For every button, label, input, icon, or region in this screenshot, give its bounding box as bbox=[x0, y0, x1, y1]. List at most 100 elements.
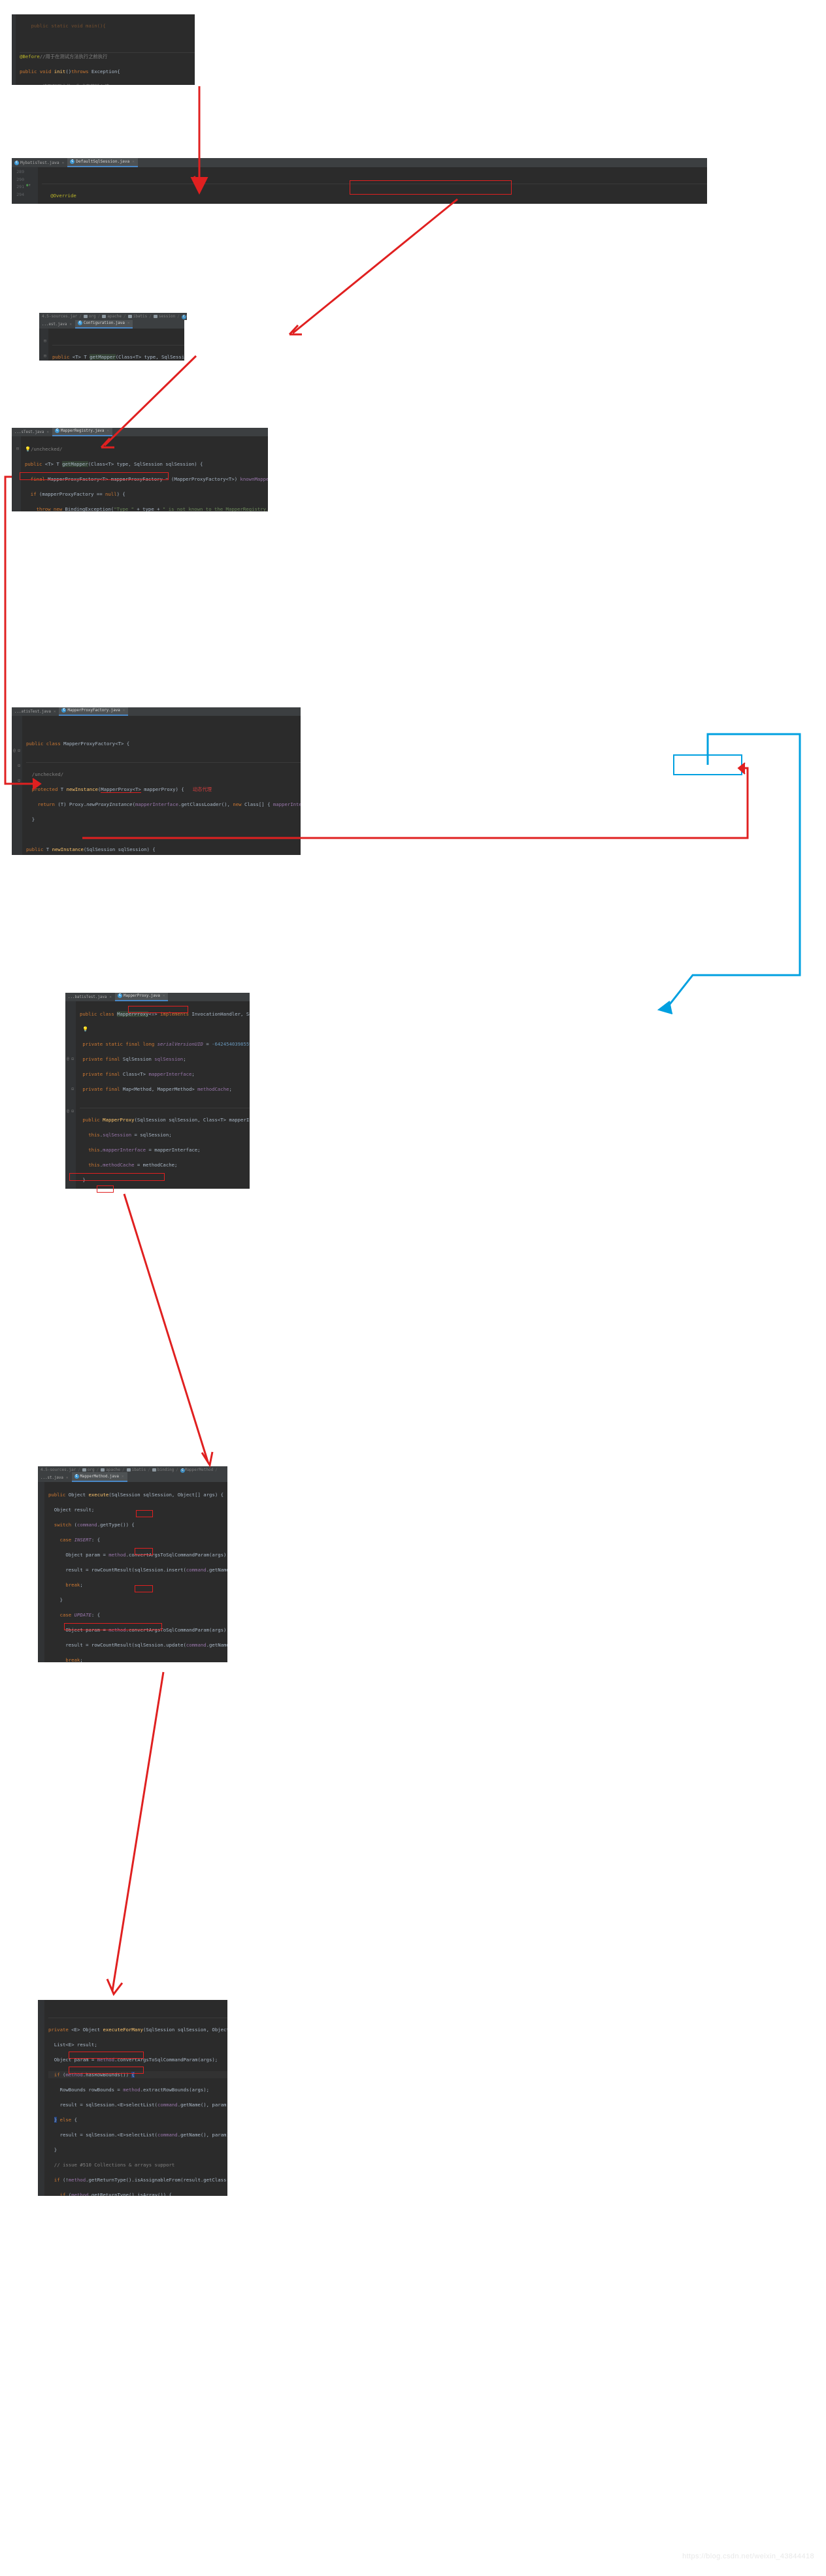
gutter-7 bbox=[38, 1482, 44, 1662]
gutter-5: @ ⊟ ⊟ ⊟ bbox=[12, 716, 22, 855]
folder-icon bbox=[101, 1468, 105, 1472]
close-icon[interactable]: ✕ bbox=[69, 322, 72, 327]
gutter-4: ⊟ bbox=[12, 436, 21, 511]
tabbar-5[interactable]: ...atisTest.java ✕ C MapperProxyFactory.… bbox=[12, 707, 301, 716]
editor-area-1[interactable]: public static void main(){ @Before//用于在测… bbox=[12, 14, 195, 85]
folder-icon bbox=[153, 315, 157, 318]
tabbar-6[interactable]: ...batisTest.java ✕ C MapperProxy.java ✕ bbox=[65, 993, 250, 1001]
configuration-block[interactable]: ...est.java ✕ C Configuration.java ✕ ⊟ ⊟ … bbox=[39, 320, 184, 361]
gutter-2: 289 290 291 294 bbox=[12, 167, 26, 204]
folder-icon bbox=[127, 315, 132, 318]
tab-label: MapperProxy.java bbox=[123, 993, 160, 998]
mapper-method-block[interactable]: 4.5-sources.jar / org / apache / ibatis / bindin… bbox=[38, 1466, 227, 1662]
line-number: 290 bbox=[16, 176, 24, 182]
tab-default-sql-session[interactable]: C DefaultSqlSession.java ✕ bbox=[67, 158, 138, 167]
screenshot-canvas: public static void main(){ @Before//用于在测… bbox=[0, 0, 826, 2576]
java-class-icon: C bbox=[181, 315, 186, 319]
editor-area-8[interactable]: private <E> Object executeForMany(SqlSes… bbox=[38, 2000, 227, 2196]
tab-label: Configuration.java bbox=[84, 321, 125, 325]
editor-area-6[interactable]: @ ⊟ ⊟ @ ⊟ public class MapperProxy<T> imp… bbox=[65, 1001, 250, 1189]
breadcrumb-item[interactable]: 4.5-sources.jar bbox=[41, 1468, 76, 1472]
line-number: 291 bbox=[16, 184, 24, 189]
tab-label: ...batisTest.java bbox=[68, 995, 107, 999]
tab-mybatis-test-6[interactable]: ...batisTest.java ✕ bbox=[65, 993, 115, 1001]
java-class-icon: C bbox=[55, 428, 59, 433]
breadcrumb-item[interactable]: apache bbox=[107, 314, 122, 319]
tab-mapper-proxy[interactable]: C MapperProxy.java ✕ bbox=[114, 993, 169, 1001]
mapper-registry-block[interactable]: ...sTest.java ✕ C MapperRegistry.java ✕ … bbox=[12, 428, 268, 511]
breadcrumb-configuration[interactable]: 4.5-sources.jar / org / apache / ibatis / sessio… bbox=[39, 313, 187, 320]
tab-mybatis-test-2[interactable]: C MybatisTest.java ✕ bbox=[12, 159, 67, 167]
java-class-icon: C bbox=[14, 161, 19, 165]
gutter-3: ⊟ ⊟ bbox=[39, 329, 48, 361]
editor-area-2[interactable]: 289 290 291 294 ◉↑ @Override ⊞ public <T… bbox=[12, 167, 707, 204]
close-icon[interactable]: ✕ bbox=[107, 428, 109, 433]
execute-for-many-block[interactable]: private <E> Object executeForMany(SqlSes… bbox=[38, 2000, 227, 2196]
mybatis-test-block[interactable]: public static void main(){ @Before//用于在测… bbox=[12, 14, 195, 85]
code-text-7[interactable]: public Object execute(SqlSession sqlSess… bbox=[44, 1482, 227, 1663]
folder-icon bbox=[82, 1468, 86, 1472]
breadcrumb-item[interactable]: org bbox=[88, 1468, 95, 1472]
close-icon[interactable]: ✕ bbox=[109, 995, 112, 999]
close-icon[interactable]: ✕ bbox=[132, 159, 135, 164]
arrow-configuration-to-configjava bbox=[288, 198, 458, 336]
tab-label: ...atisTest.java bbox=[14, 709, 51, 714]
breadcrumb-item[interactable]: MapperMethod bbox=[185, 1468, 213, 1472]
tabbar-7[interactable]: ...st.java ✕ C MapperMethod.java ✕ bbox=[38, 1472, 227, 1482]
tabbar-4[interactable]: ...sTest.java ✕ C MapperRegistry.java ✕ bbox=[12, 428, 268, 436]
gutter-markers-2[interactable]: ◉↑ bbox=[26, 167, 38, 204]
breadcrumb-item[interactable]: session bbox=[159, 314, 175, 319]
code-text-1[interactable]: public static void main(){ @Before//用于在测… bbox=[16, 14, 195, 85]
breadcrumb-item[interactable]: binding bbox=[157, 1468, 174, 1472]
editor-area-5[interactable]: @ ⊟ ⊟ ⊟ public class MapperProxyFactory<T>… bbox=[12, 716, 301, 855]
close-icon[interactable]: ✕ bbox=[46, 430, 49, 434]
close-icon[interactable]: ✕ bbox=[163, 993, 165, 998]
editor-area-4[interactable]: ⊟ 💡/unchecked/ public <T> T getMapper(Cl… bbox=[12, 436, 268, 511]
code-text-6[interactable]: public class MapperProxy<T> implements I… bbox=[76, 1001, 250, 1189]
tab-mybatis-test-7[interactable]: ...st.java ✕ bbox=[38, 1473, 72, 1482]
tab-label: ...sTest.java bbox=[14, 430, 44, 434]
arrow-executeformany-to-executeformanyjava bbox=[106, 1671, 165, 1996]
tab-configuration[interactable]: C Configuration.java ✕ bbox=[75, 320, 133, 329]
gutter-6: @ ⊟ ⊟ @ ⊟ bbox=[65, 1001, 76, 1189]
folder-icon bbox=[83, 315, 88, 318]
tab-mapper-registry[interactable]: C MapperRegistry.java ✕ bbox=[52, 428, 112, 436]
close-icon[interactable]: ✕ bbox=[54, 709, 56, 714]
tab-mybatis-test-4[interactable]: ...sTest.java ✕ bbox=[12, 428, 52, 436]
tabbar-2[interactable]: C MybatisTest.java ✕ C DefaultSqlSession… bbox=[12, 158, 707, 167]
tab-mapper-proxy-factory[interactable]: C MapperProxyFactory.java ✕ bbox=[59, 707, 129, 716]
code-text-4[interactable]: 💡/unchecked/ public <T> T getMapper(Clas… bbox=[21, 436, 268, 512]
close-icon[interactable]: ✕ bbox=[123, 708, 125, 713]
editor-area-7[interactable]: public Object execute(SqlSession sqlSess… bbox=[38, 1482, 227, 1662]
mapper-proxy-block[interactable]: ...batisTest.java ✕ C MapperProxy.java ✕… bbox=[65, 993, 250, 1189]
mapper-proxy-factory-block[interactable]: ...atisTest.java ✕ C MapperProxyFactory.… bbox=[12, 707, 301, 855]
breadcrumb-item[interactable]: apache bbox=[106, 1468, 120, 1472]
default-sql-session-block[interactable]: C MybatisTest.java ✕ C DefaultSqlSession… bbox=[12, 158, 707, 204]
close-icon[interactable]: ✕ bbox=[66, 1475, 69, 1480]
tab-mapper-method[interactable]: C MapperMethod.java ✕ bbox=[71, 1472, 127, 1482]
line-number: 294 bbox=[16, 191, 24, 197]
breadcrumb-item[interactable]: ibatis bbox=[133, 314, 148, 319]
close-icon[interactable]: ✕ bbox=[122, 1474, 124, 1479]
code-text-2[interactable]: @Override ⊞ public <T> T getMapper(Class… bbox=[38, 167, 707, 204]
tab-mybatis-test-3[interactable]: ...est.java ✕ bbox=[39, 320, 75, 329]
code-text-3[interactable]: public <T> T getMapper(Class<T> type, Sq… bbox=[48, 329, 184, 361]
breadcrumb-item[interactable]: Configuration bbox=[186, 314, 187, 319]
java-class-icon: C bbox=[70, 159, 75, 164]
tabbar-3[interactable]: ...est.java ✕ C Configuration.java ✕ bbox=[39, 320, 184, 329]
tab-label: DefaultSqlSession.java bbox=[76, 159, 130, 164]
breadcrumb-item[interactable]: 4.5-sources.jar bbox=[42, 314, 77, 319]
breadcrumb-item[interactable]: org bbox=[89, 314, 96, 319]
close-icon[interactable]: ✕ bbox=[127, 321, 130, 325]
close-icon[interactable]: ✕ bbox=[62, 161, 65, 165]
breadcrumb-item[interactable]: ibatis bbox=[132, 1468, 146, 1472]
tab-mybatis-test-5[interactable]: ...atisTest.java ✕ bbox=[12, 707, 59, 716]
breadcrumb-mapper-method[interactable]: 4.5-sources.jar / org / apache / ibatis / bindin… bbox=[38, 1466, 227, 1473]
folder-icon bbox=[152, 1468, 156, 1472]
connector-blue-mapperproxy-class bbox=[657, 733, 801, 1014]
code-text-8[interactable]: private <E> Object executeForMany(SqlSes… bbox=[44, 2000, 227, 2196]
java-class-icon: C bbox=[61, 708, 67, 713]
editor-area-3[interactable]: ⊟ ⊟ public <T> T getMapper(Class<T> type,… bbox=[39, 329, 184, 361]
code-text-5[interactable]: public class MapperProxyFactory<T> { /un… bbox=[22, 716, 301, 855]
java-class-icon: C bbox=[180, 1468, 185, 1473]
